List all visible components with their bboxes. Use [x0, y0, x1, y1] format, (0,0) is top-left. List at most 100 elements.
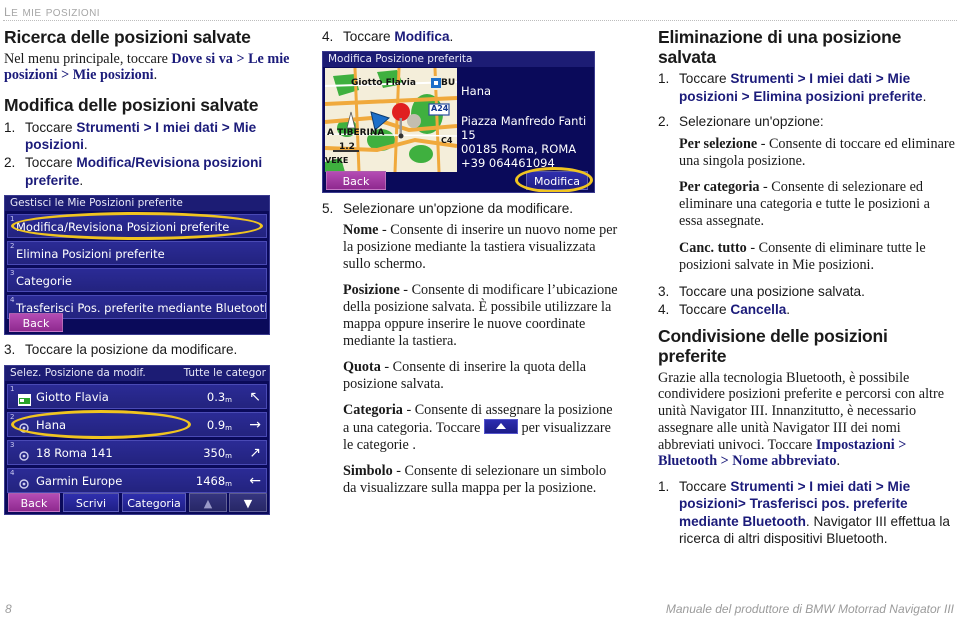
- device-back-button[interactable]: Back: [326, 171, 386, 191]
- device-modifica-button[interactable]: Modifica: [526, 171, 588, 191]
- row-index: 4: [10, 296, 15, 305]
- device-categoria-button[interactable]: Categoria: [122, 492, 186, 512]
- step-item: 4. Toccare Modifica.: [322, 28, 622, 45]
- location-info-panel: Hana Piazza Manfredo Fanti 15 00185 Roma…: [461, 68, 592, 170]
- page-title: Le mie posizioni: [4, 1, 100, 20]
- heading-condivisione: Condivisione delle posizioni preferite: [658, 326, 888, 366]
- location-address-line1: Piazza Manfredo Fanti: [461, 114, 587, 129]
- step-text: Selezionare un'opzione da modificare.: [343, 201, 574, 217]
- step-tail: .: [786, 301, 791, 317]
- device-screenshot-modifica-posizione: Modifica Posizione preferita Giotto Flav…: [322, 51, 595, 194]
- row-index: 3: [10, 269, 15, 278]
- step-item: 2. Toccare Modifica/Revisiona posizioni p…: [4, 154, 294, 189]
- option-nome: Nome - Consente di inserire un nuovo nom…: [343, 222, 622, 273]
- para-tail: .: [153, 67, 158, 84]
- heading-eliminazione: Eliminazione di una posizione salvata: [658, 27, 902, 67]
- device-scrivi-button[interactable]: Scrivi: [63, 492, 119, 512]
- step-tail: .: [83, 137, 88, 153]
- row-label: Categorie: [16, 274, 72, 289]
- step-item: 3. Toccare una posizione salvata.: [658, 283, 956, 300]
- step-item: 2. Selezionare un'opzione:: [658, 113, 956, 130]
- step-number: 1.: [658, 71, 670, 87]
- device-screenshot-selez-posizione: Selez. Posizione da modif. Tutte le cate…: [4, 364, 270, 515]
- manual-page: Le mie posizioni Ricerca delle posizioni…: [0, 0, 960, 622]
- steps-middle-4: 4. Toccare Modifica.: [322, 28, 622, 45]
- para-lead: Nel menu principale, toccare: [4, 50, 172, 67]
- option-desc: - Consente di inserire un nuovo nome per…: [343, 221, 618, 272]
- option-term: Posizione: [343, 281, 400, 298]
- device-title-text: Selez. Posizione da modif.: [10, 366, 146, 379]
- heading-ricerca: Ricerca delle posizioni salvate: [4, 27, 251, 47]
- step-item: 3. Toccare la posizione da modificare.: [4, 341, 294, 358]
- option-canc-tutto: Canc. tutto - Consente di eliminare tutt…: [679, 240, 956, 274]
- device-row-garmin-europe[interactable]: 4 Garmin Europe 1468m ←: [7, 467, 267, 493]
- option-term: Quota: [343, 359, 381, 375]
- device-title-text: Gestisci le Mie Posizioni preferite: [10, 197, 183, 210]
- map-label-bu: BU: [441, 78, 456, 89]
- option-term: Canc. tutto: [679, 239, 747, 256]
- device-title-category: Tutte le categor: [183, 366, 266, 379]
- device-scroll-down-button[interactable]: ▼: [229, 492, 267, 512]
- row-distance: 350m: [203, 445, 232, 460]
- header-divider: [3, 20, 957, 22]
- map-label-a-tiberina: A TIBERINA: [327, 128, 385, 139]
- option-per-categoria: Per categoria - Consente di selezionare …: [679, 179, 956, 230]
- direction-arrow-icon: →: [249, 416, 261, 433]
- device-screenshot-gestisci-posizioni: Gestisci le Mie Posizioni preferite 1 Mo…: [4, 195, 270, 336]
- location-address-line2: 15: [461, 128, 476, 143]
- device-back-button[interactable]: Back: [8, 492, 60, 512]
- device-row-categorie[interactable]: 3 Categorie: [7, 268, 267, 293]
- steps-condivisione: 1. Toccare Strumenti > I miei dati > Mie …: [658, 478, 956, 548]
- row-distance: 0.9m: [206, 417, 232, 432]
- map-label-c4: C4: [441, 136, 453, 146]
- step-number: 5.: [322, 201, 334, 217]
- row-label: 18 Roma 141: [36, 445, 113, 460]
- step-lead: Toccare: [25, 155, 77, 171]
- device-row-elimina-posizioni[interactable]: 2 Elimina Posizioni preferite: [7, 241, 267, 266]
- row-label: Hana: [36, 417, 67, 432]
- map-label-a24: A24: [431, 104, 449, 114]
- step-lead: Toccare: [679, 301, 731, 317]
- nav-cancella: Cancella: [730, 301, 787, 317]
- step-item: 1. Toccare Strumenti > I miei dati > Mie …: [4, 119, 294, 154]
- device-back-button[interactable]: Back: [9, 313, 63, 333]
- step-lead: Toccare: [679, 479, 731, 495]
- para-part2: .: [836, 453, 841, 470]
- step-text: Selezionare un'opzione:: [679, 113, 824, 129]
- footer-page-number: 8: [5, 602, 12, 616]
- row-index: 2: [10, 242, 15, 251]
- map-label-scale: 1.2: [339, 142, 355, 153]
- device-row-18-roma-141[interactable]: 3 18 Roma 141 350m ↗: [7, 439, 267, 465]
- step-item: 5. Selezionare un'opzione da modificare.: [322, 200, 622, 217]
- steps-modifica-cont: 3. Toccare la posizione da modificare.: [4, 341, 294, 358]
- row-label: Elimina Posizioni preferite: [16, 247, 165, 262]
- map-view[interactable]: Giotto Flavia A TIBERINA VEKE 1.2 A24 C4…: [325, 68, 457, 173]
- steps-eliminazione-cont: 3. Toccare una posizione salvata. 4. Tocca…: [658, 283, 956, 319]
- row-label: Giotto Flavia: [36, 389, 109, 404]
- option-term: Per selezione: [679, 136, 758, 153]
- device-row-modifica-revisiona[interactable]: 1 Modifica/Revisiona Posizioni preferite: [7, 214, 267, 239]
- device-titlebar: Selez. Posizione da modif. Tutte le cate…: [5, 365, 269, 381]
- step-tail: .: [449, 29, 454, 44]
- step-text: Toccare una posizione salvata.: [679, 283, 865, 299]
- location-phone: +39 064461094: [461, 156, 555, 171]
- step-number: 4.: [658, 301, 670, 317]
- device-title-text: Modifica Posizione preferita: [328, 53, 473, 66]
- step-item: 1. Toccare Strumenti > I miei dati > Mie …: [658, 70, 956, 105]
- row-index: 2: [10, 412, 15, 421]
- location-name: Hana: [461, 84, 492, 99]
- up-arrow-button-icon: [483, 419, 518, 435]
- device-scroll-up-button[interactable]: ▲: [189, 492, 227, 512]
- device-titlebar: Modifica Posizione preferita: [323, 52, 594, 68]
- waypoint-dot-icon: [18, 446, 31, 461]
- row-index: 1: [10, 384, 15, 393]
- step-number: 3.: [4, 342, 16, 358]
- page-header: Le mie posizioni: [0, 0, 960, 22]
- bed-icon: [18, 390, 31, 406]
- option-posizione: Posizione - Consente di modificare l’ubi…: [343, 282, 622, 350]
- step-lead: Toccare: [679, 71, 731, 87]
- direction-arrow-icon: ↗: [249, 444, 261, 461]
- device-row-hana[interactable]: 2 Hana 0.9m →: [7, 411, 267, 437]
- option-per-selezione: Per selezione - Consente di toccare ed e…: [679, 136, 956, 170]
- device-row-giotto-flavia[interactable]: 1 Giotto Flavia 0.3m ↖: [7, 383, 267, 409]
